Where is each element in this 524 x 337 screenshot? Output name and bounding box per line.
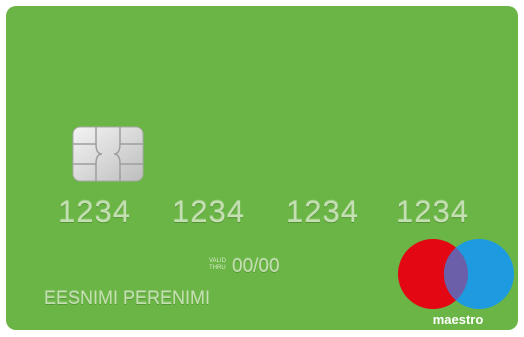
card-number-group-4: 1234	[396, 194, 469, 229]
valid-thru-label: VALID THRU	[209, 258, 226, 271]
emv-chip-icon	[72, 126, 144, 182]
payment-card: 1234 1234 1234 1234 VALID THRU 00/00 EES…	[6, 6, 518, 330]
card-number-group-1: 1234	[58, 194, 131, 229]
cardholder-name: EESNIMI PERENIMI	[44, 288, 211, 308]
maestro-wordmark: maestro	[432, 312, 484, 327]
card-number-group-2: 1234	[172, 194, 245, 229]
card-number-group-3: 1234	[286, 194, 359, 229]
card-number: 1234 1234 1234 1234	[58, 194, 498, 234]
expiry-date: 00/00	[232, 256, 280, 277]
